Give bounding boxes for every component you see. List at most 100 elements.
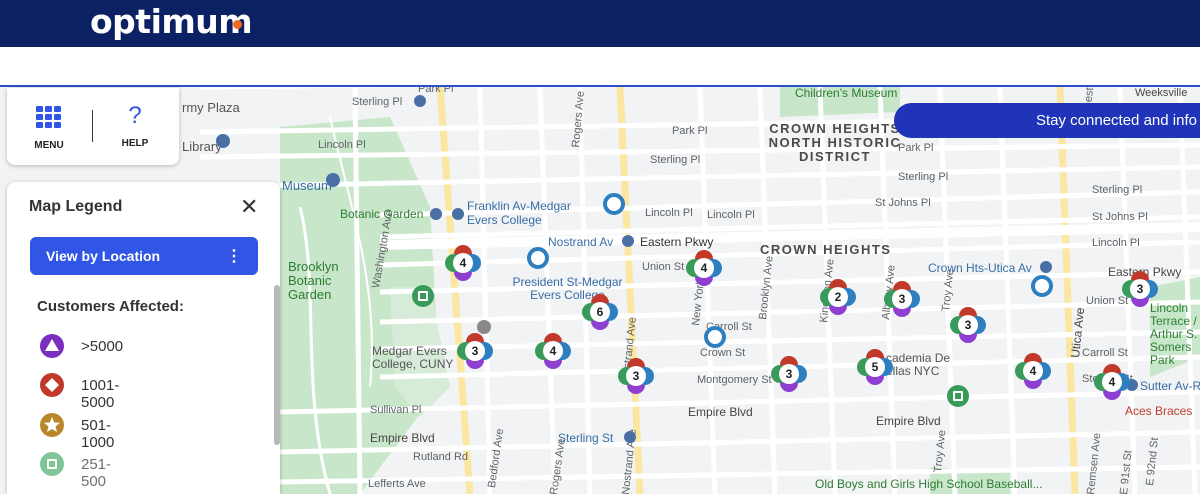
outage-cluster-marker[interactable]: 3 [884,281,920,317]
poi-childrens-museum[interactable]: Children's Museum [795,87,897,100]
outage-cluster-marker[interactable]: 4 [1015,353,1051,389]
square-icon [40,452,64,476]
map-label-sterling-st: Rutland Rd [413,451,469,463]
map-label-park-pl: Park Pl [418,87,454,95]
outage-cluster-marker[interactable]: 4 [686,250,722,286]
more-options-icon[interactable]: ⋮ [226,246,242,266]
customers-affected-title: Customers Affected: [37,298,184,315]
cluster-count: 3 [779,364,799,384]
map-label-sterling-pl-4: Sterling Pl [1092,184,1143,196]
poi-botanic-garden[interactable]: Botanic Garden [340,208,423,221]
legend-item-label: >5000 [81,338,124,355]
outage-square-icon[interactable] [411,284,435,308]
map-label-lincoln-pl-4: Lincoln Pl [1092,237,1140,249]
cluster-count: 6 [590,302,610,322]
outage-ring-icon[interactable] [703,325,727,349]
star-icon [40,413,64,437]
map-label-montgomery-st: Montgomery St [697,374,772,386]
legend-item-label: 1001-5000 [81,377,120,411]
outage-cluster-marker[interactable]: 2 [820,279,856,315]
map-label-sterling-pl-2: Sterling Pl [650,154,701,166]
map-label-sterling-pl-3: Sterling Pl [898,171,949,183]
map-label-park-pl-2: Park Pl [672,125,708,137]
poi-franklin-av-station[interactable]: Franklin Av-Medgar Evers College [467,199,587,227]
cluster-count: 4 [453,253,473,273]
area-label-crown-heights-north: CROWN HEIGHTS NORTH HISTORIC DISTRICT [768,121,902,164]
view-by-location-button[interactable]: View by Location ⋮ [30,237,258,275]
map-label-empire-blvd-3: Empire Blvd [370,431,435,445]
help-icon: ? [128,102,142,129]
outage-cluster-marker[interactable]: 4 [1094,364,1130,400]
outage-ring-icon[interactable] [1030,274,1054,298]
poi-weeksville: Weeksville [1135,87,1188,99]
cluster-count: 3 [958,315,978,335]
diamond-icon [40,373,64,397]
cluster-count: 3 [892,289,912,309]
cluster-count: 4 [543,341,563,361]
map-label-st-johns-pl: St Johns Pl [875,197,931,209]
outage-cluster-marker[interactable]: 3 [771,356,807,392]
menu-button[interactable]: MENU [19,100,79,151]
area-label-crown-heights: CROWN HEIGHTS [760,242,892,257]
map-label-lefferts-ave: Lefferts Ave [368,478,426,490]
help-button[interactable]: ? HELP [105,100,165,149]
outage-cluster-marker[interactable]: 3 [457,333,493,369]
legend-scrollbar[interactable] [274,285,280,445]
cluster-count: 4 [1023,361,1043,381]
outage-cluster-marker[interactable]: 6 [582,294,618,330]
map-label-st-johns-pl-2: St Johns Pl [1092,211,1148,223]
triangle-icon [40,334,64,358]
map-label-lincoln-pl-2: Lincoln Pl [645,207,693,219]
outage-cluster-marker[interactable]: 4 [535,333,571,369]
top-header: optimum [0,0,1200,47]
outage-cluster-marker[interactable]: 5 [857,349,893,385]
stay-connected-banner[interactable]: Stay connected and info [894,103,1200,138]
menu-divider [92,110,93,142]
menu-label: MENU [34,140,64,151]
poi-lincoln-terrace: Lincoln Terrace / Arthur S. Somers Park [1150,301,1198,367]
map-label-eastern-pkwy: Eastern Pkwy [640,235,714,249]
map-label-lincoln-pl-1: Lincoln Pl [318,139,366,151]
map-label-empire-blvd: Empire Blvd [688,405,753,419]
cluster-count: 3 [465,341,485,361]
map-legend-panel: Map Legend ✕ View by Location ⋮ Customer… [7,182,280,494]
legend-item-label: 501-1000 [81,417,115,451]
outage-ring-icon[interactable] [526,246,550,270]
poi-brooklyn-botanic-garden: Brooklyn Botanic Garden [288,259,339,302]
cluster-count: 3 [1130,279,1150,299]
cluster-count: 3 [626,366,646,386]
outage-cluster-marker[interactable]: 4 [445,245,481,281]
optimum-logo[interactable]: optimum [90,2,253,41]
poi-crown-hts-utica[interactable]: Crown Hts-Utica Av [928,261,1032,275]
poi-library: Library [182,139,222,154]
map-label-union-st: Union St [642,261,685,273]
outage-cluster-marker[interactable]: 3 [950,307,986,343]
poi-museum: Museum [282,178,332,193]
poi-sterling-st-station[interactable]: Sterling St [558,431,613,445]
map-label-lincoln-pl-3: Lincoln Pl [707,209,755,221]
view-by-location-label: View by Location [46,248,161,264]
menu-help-card: MENU ? HELP [7,88,179,165]
legend-item-label: 251-500 [81,456,112,490]
help-label: HELP [121,138,149,149]
close-icon[interactable]: ✕ [240,194,258,220]
map-label-sullivan-pl: Sullivan Pl [370,404,422,416]
map-label-carroll-st-2: Carroll St [1082,347,1128,359]
legend-title: Map Legend [29,198,123,215]
poi-old-boys-girls: Old Boys and Girls High School Baseball.… [815,477,1043,491]
cluster-count: 4 [694,258,714,278]
outage-square-icon[interactable] [946,384,970,408]
poi-aces-braces: Aces Braces [1125,404,1193,418]
outage-cluster-marker[interactable]: 3 [618,358,654,394]
grid-icon [36,106,61,128]
cluster-count: 2 [828,287,848,307]
map-label-sterling-pl-1: Sterling Pl [352,96,403,108]
outage-cluster-marker[interactable]: 3 [1122,271,1158,307]
outage-ring-icon[interactable] [602,192,626,216]
poi-army-plaza: rmy Plaza [182,100,240,115]
sub-header-bar [0,47,1200,87]
poi-sutter-av[interactable]: Sutter Av-Rutland [1140,379,1200,393]
poi-nostrand-av-station[interactable]: Nostrand Av [548,235,613,249]
banner-text: Stay connected and info [1036,112,1197,129]
map-label-empire-blvd-2: Empire Blvd [876,414,941,428]
